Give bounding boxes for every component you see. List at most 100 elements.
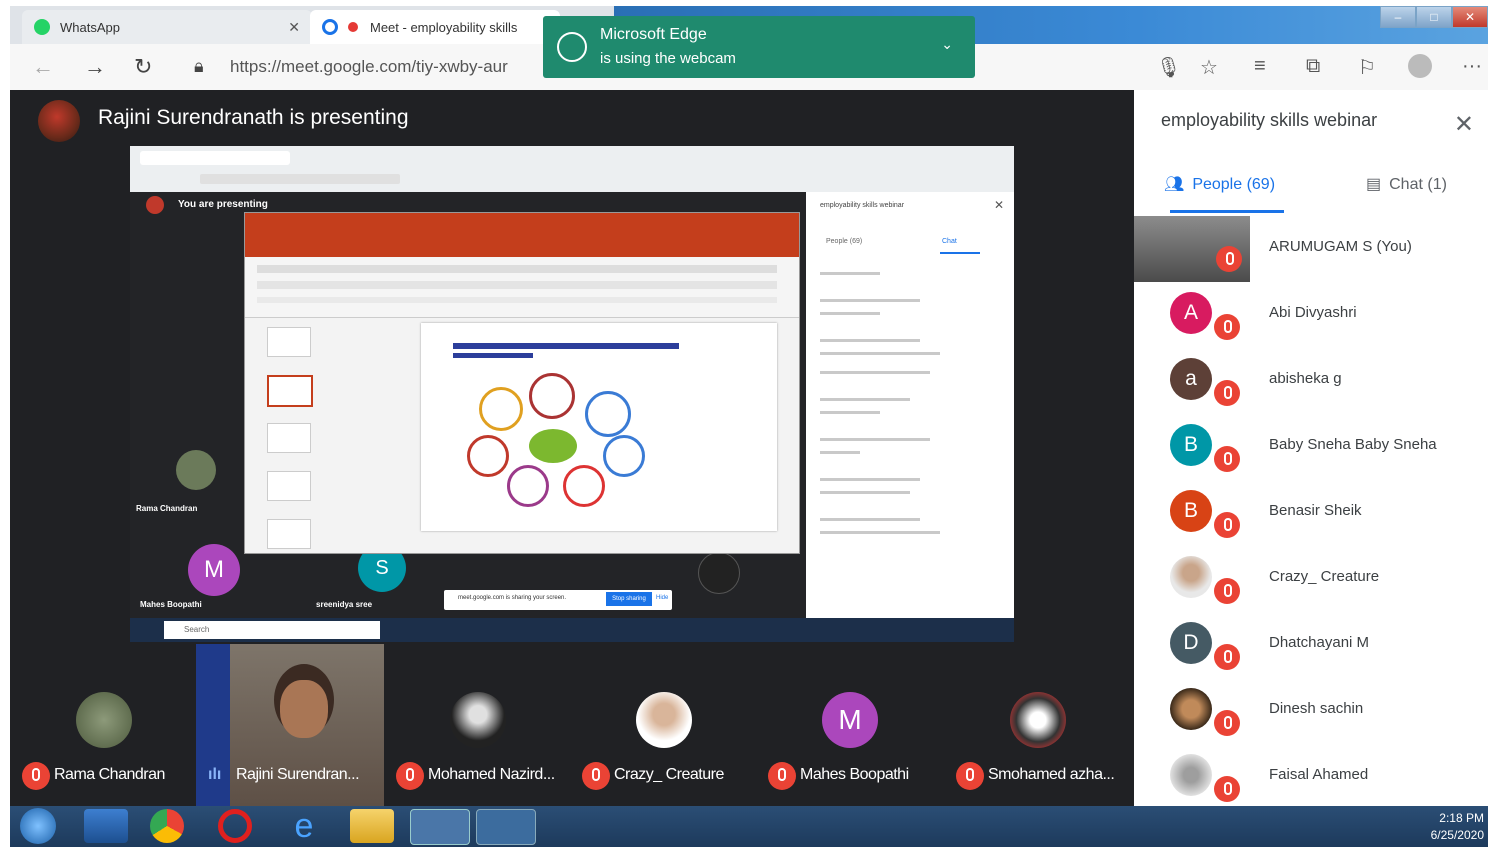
toast-title: Microsoft Edge <box>600 26 707 43</box>
feedback-icon[interactable]: ⚐ <box>1358 55 1376 80</box>
tab-meet[interactable]: Meet - employability skills <box>310 10 560 44</box>
participant-row[interactable]: ARUMUGAM S (You) <box>1134 216 1488 282</box>
powerpoint-window <box>244 212 800 554</box>
tab-label: WhatsApp <box>60 19 120 35</box>
stop-sharing-button[interactable]: Stop sharing <box>606 592 652 606</box>
remote-desktop-icon[interactable] <box>476 809 536 845</box>
start-button[interactable] <box>20 808 56 844</box>
avatar <box>1170 754 1212 796</box>
participant-name: Faisal Ahamed <box>1269 766 1369 783</box>
chrome-icon[interactable] <box>150 809 184 843</box>
avatar: D <box>1170 622 1212 664</box>
avatar: B <box>1170 424 1212 466</box>
participant-tile[interactable]: M Mahes Boopathi <box>756 644 944 806</box>
participant-row[interactable]: Dinesh sachin <box>1134 678 1488 744</box>
tile-name: Crazy_ Creature <box>614 766 724 783</box>
clock-date: 6/25/2020 <box>1430 828 1484 842</box>
participant-name: Dinesh sachin <box>1269 700 1364 717</box>
mic-off-icon <box>582 762 610 790</box>
mic-off-icon <box>1214 314 1240 340</box>
people-panel: employability skills webinar ✕ 👥︎ People … <box>1134 90 1488 806</box>
tab-chat[interactable]: ▤ Chat (1) <box>1366 174 1447 194</box>
inner-tab-chat[interactable]: Chat <box>942 238 957 245</box>
mic-off-icon <box>396 762 424 790</box>
collections-icon[interactable]: ⧉ <box>1306 55 1320 78</box>
tab-people-label: People (69) <box>1192 176 1276 193</box>
participant-row[interactable]: Faisal Ahamed <box>1134 744 1488 810</box>
toast-message: is using the webcam <box>600 50 736 67</box>
opera-icon[interactable] <box>218 809 252 843</box>
maximize-button[interactable]: □ <box>1416 6 1452 28</box>
tab-whatsapp[interactable]: WhatsApp ✕ <box>22 10 312 44</box>
tab-label: Meet - employability skills <box>370 19 518 35</box>
tab-people[interactable]: 👥︎ People (69) <box>1164 174 1275 194</box>
participant-row[interactable]: B Benasir Sheik <box>1134 480 1488 546</box>
sharing-bar-text: meet.google.com is sharing your screen. <box>458 595 567 601</box>
refresh-icon[interactable]: ↻ <box>134 54 152 80</box>
webcam-icon <box>557 32 587 62</box>
participant-row[interactable]: D Dhatchayani M <box>1134 612 1488 678</box>
avatar: M <box>822 692 878 748</box>
presenter-avatar <box>38 100 80 142</box>
participant-name: abisheka g <box>1269 370 1342 387</box>
clock[interactable]: 2:18 PM 6/25/2020 <box>1431 810 1484 844</box>
participant-row[interactable]: A Abi Divyashri <box>1134 282 1488 348</box>
avatar <box>636 692 692 748</box>
close-icon[interactable]: ✕ <box>1454 110 1474 139</box>
sharing-bar: meet.google.com is sharing your screen. … <box>444 590 672 610</box>
participant-row[interactable]: B Baby Sneha Baby Sneha <box>1134 414 1488 480</box>
active-tab-underline <box>1170 210 1284 213</box>
mic-off-icon <box>768 762 796 790</box>
favorites-icon[interactable]: ≡ <box>1254 55 1266 78</box>
file-explorer-icon[interactable] <box>350 809 394 843</box>
webcam-notification[interactable]: Microsoft Edge is using the webcam ⌄ <box>543 16 975 78</box>
close-icon[interactable]: ✕ <box>288 19 300 36</box>
windows-taskbar: e 2:18 PM 6/25/2020 <box>10 806 1488 847</box>
tile-name: Smohamed azha... <box>988 766 1115 783</box>
close-window-button[interactable]: ✕ <box>1452 6 1488 28</box>
more-icon[interactable]: ··· <box>1462 55 1482 78</box>
tile-name: Rajini Surendran... <box>236 766 360 783</box>
slide-thumbnails <box>249 323 319 549</box>
inner-tile-name: sreenidya sree <box>316 600 373 609</box>
avatar: a <box>1170 358 1212 400</box>
microphone-icon[interactable]: 🎙︎ <box>1156 55 1181 80</box>
participant-name: Abi Divyashri <box>1269 304 1357 321</box>
participant-tile[interactable]: Mohamed Nazird... <box>384 644 570 806</box>
tile-name: Mahes Boopathi <box>800 766 909 783</box>
mic-off-icon <box>1214 512 1240 538</box>
profile-avatar[interactable] <box>1408 54 1432 78</box>
back-icon[interactable]: ← <box>32 54 54 80</box>
participant-tile[interactable]: Rama Chandran <box>10 644 196 806</box>
meet-icon <box>322 19 338 35</box>
media-player-icon[interactable] <box>84 809 128 843</box>
inner-tile-name: Rama Chandran <box>136 504 198 513</box>
participant-row[interactable]: Crazy_ Creature <box>1134 546 1488 612</box>
avatar <box>1170 688 1212 730</box>
clock-time: 2:18 PM <box>1439 811 1484 825</box>
presenting-label: Rajini Surendranath is presenting <box>98 106 409 129</box>
participant-name: Benasir Sheik <box>1269 502 1362 519</box>
participant-tile[interactable]: Smohamed azha... <box>944 644 1134 806</box>
close-icon[interactable]: ✕ <box>994 198 1004 212</box>
minimize-button[interactable]: – <box>1380 6 1416 28</box>
participant-row[interactable]: a abisheka g <box>1134 348 1488 414</box>
forward-icon[interactable]: → <box>84 54 106 80</box>
participant-tile-video[interactable]: ılı Rajini Surendran... <box>196 644 384 806</box>
avatar <box>698 552 740 594</box>
favorite-star-icon[interactable]: ☆ <box>1200 55 1218 80</box>
internet-explorer-icon[interactable]: e <box>282 809 326 843</box>
avatar <box>450 692 506 748</box>
participant-name: Baby Sneha Baby Sneha <box>1269 436 1437 453</box>
inner-presenting-label: You are presenting <box>178 199 268 210</box>
participant-tile[interactable]: Crazy_ Creature <box>570 644 756 806</box>
inner-tab-people[interactable]: People (69) <box>826 238 862 245</box>
inner-search-box: Search <box>164 621 380 639</box>
edge-icon[interactable] <box>410 809 470 845</box>
mic-off-icon <box>956 762 984 790</box>
chevron-down-icon[interactable]: ⌄ <box>941 36 953 53</box>
url-field[interactable]: https://meet.google.com/tiy-xwby-aur <box>230 52 590 82</box>
hide-button[interactable]: Hide <box>656 595 668 601</box>
panel-title: employability skills webinar <box>1161 110 1378 130</box>
recording-dot-icon <box>348 22 358 32</box>
